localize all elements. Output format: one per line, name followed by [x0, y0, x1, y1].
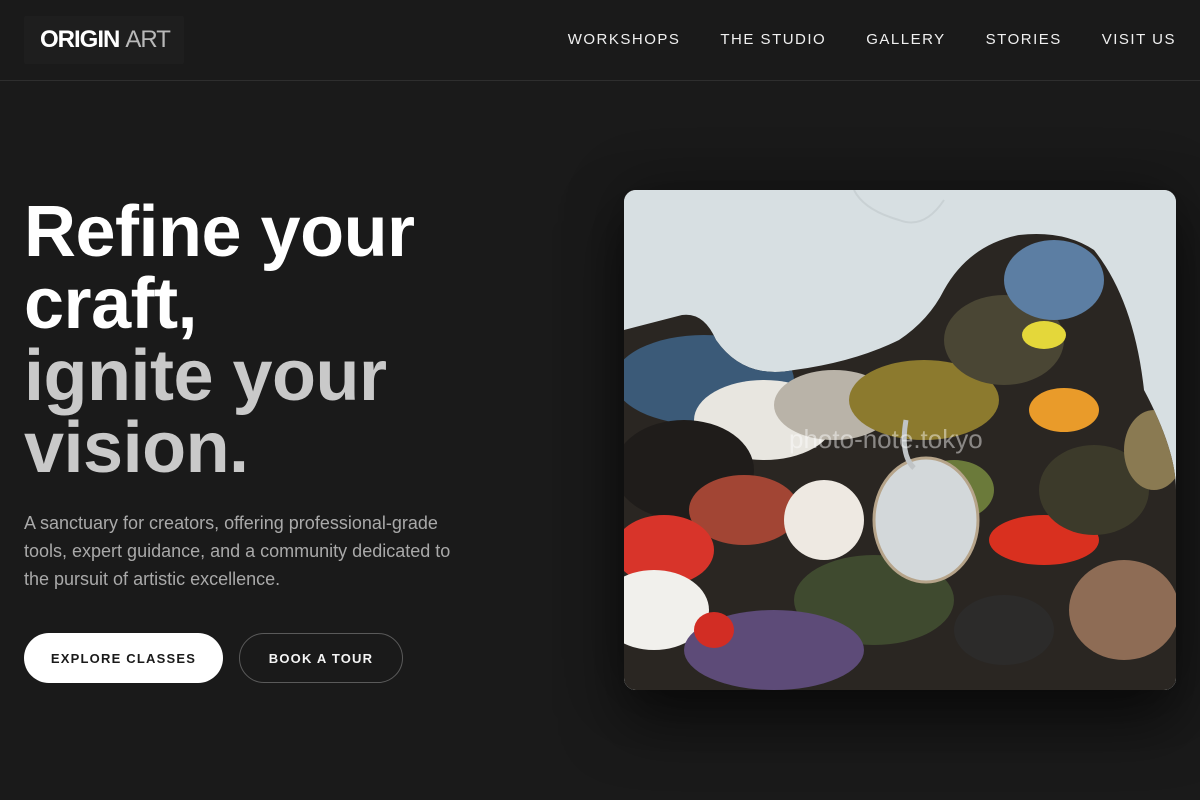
hero-title-line1: Refine your craft, — [24, 192, 415, 344]
image-watermark: photo-note.tokyo — [789, 424, 983, 454]
nav-link-workshops[interactable]: WORKSHOPS — [568, 30, 681, 50]
brand-logo[interactable]: ORIGIN ART — [24, 16, 184, 64]
top-navbar: ORIGIN ART WORKSHOPS THE STUDIO GALLERY … — [0, 0, 1200, 81]
brand-name-part1: ORIGIN — [40, 26, 120, 53]
brand-name-part2: ART — [125, 26, 171, 53]
nav-link-visit-us[interactable]: VISIT US — [1102, 30, 1176, 50]
book-a-tour-button[interactable]: BOOK A TOUR — [239, 633, 403, 683]
hero-title-line2: ignite your vision. — [24, 336, 387, 488]
main-navigation: WORKSHOPS THE STUDIO GALLERY STORIES VIS… — [568, 30, 1176, 50]
nav-link-stories[interactable]: STORIES — [986, 30, 1062, 50]
hero-title: Refine your craft, ignite your vision. — [24, 196, 564, 484]
nav-link-gallery[interactable]: GALLERY — [866, 30, 945, 50]
nav-link-the-studio[interactable]: THE STUDIO — [720, 30, 826, 50]
explore-classes-button[interactable]: EXPLORE CLASSES — [24, 633, 223, 683]
paint-palette-image: photo-note.tokyo — [624, 190, 1176, 690]
hero-description: A sanctuary for creators, offering profe… — [24, 513, 451, 589]
